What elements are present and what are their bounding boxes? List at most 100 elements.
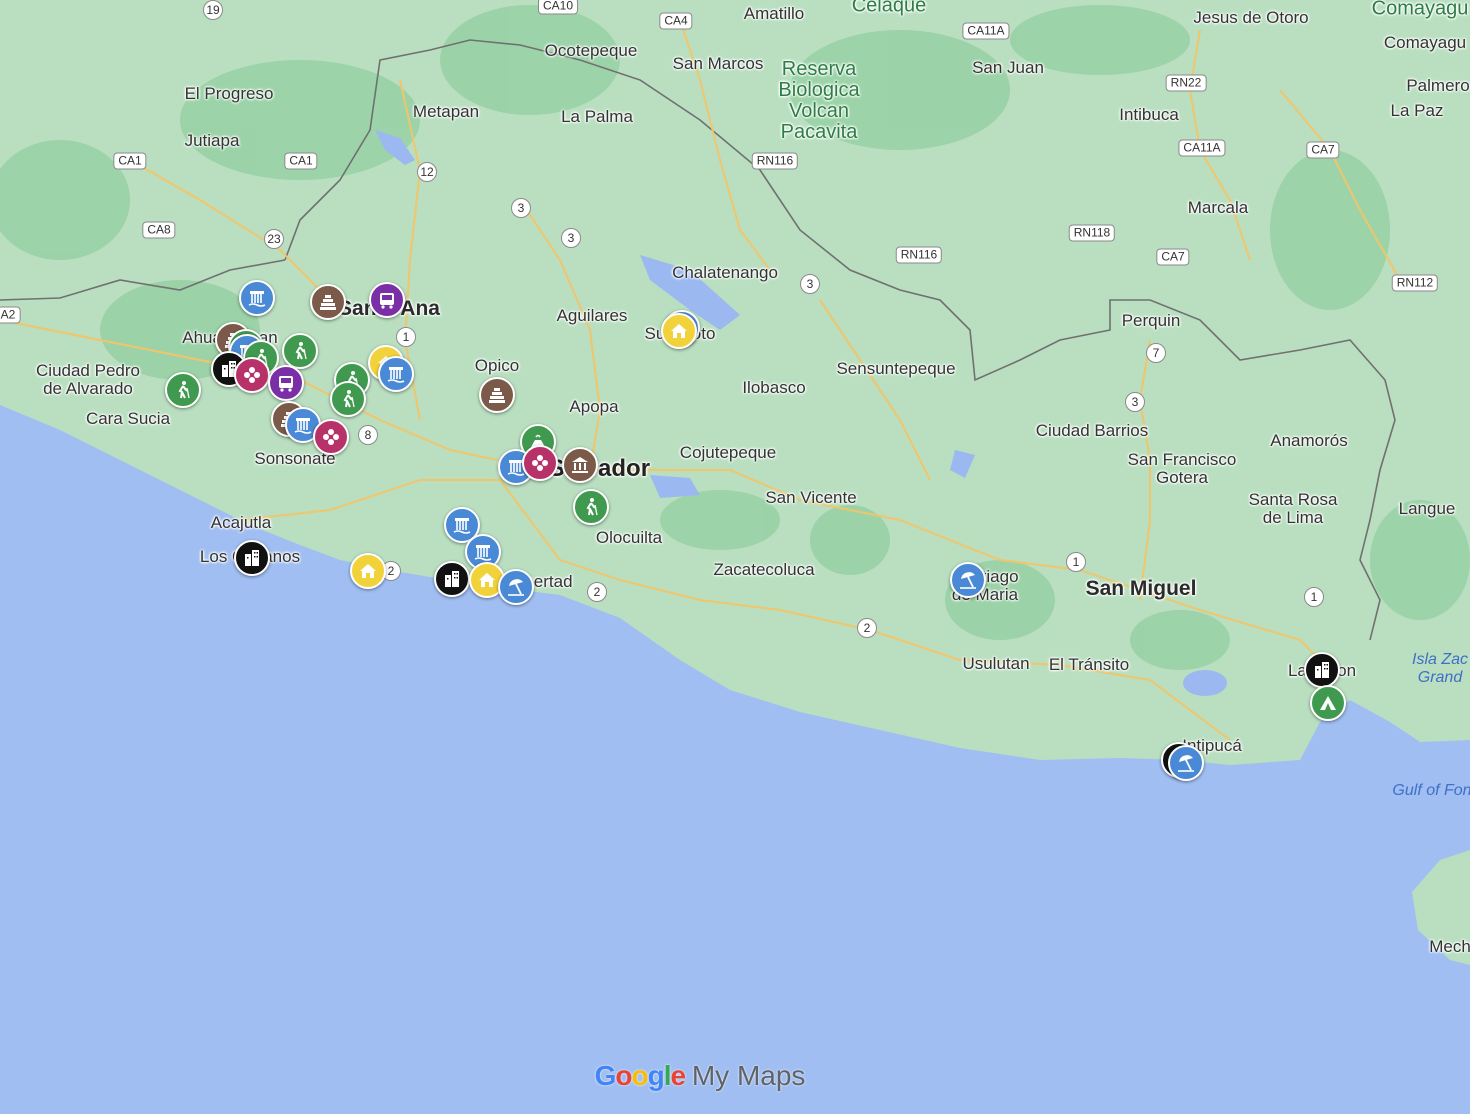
road-shield: CA4 xyxy=(659,12,693,30)
road-shield: 2 xyxy=(587,582,607,602)
place-label[interactable]: Cara Sucia xyxy=(86,410,170,428)
place-label[interactable]: Usulutan xyxy=(962,655,1029,673)
flower-icon xyxy=(530,453,550,473)
place-label[interactable]: Amatillo xyxy=(744,5,804,23)
hiking-marker[interactable] xyxy=(165,372,201,408)
place-label[interactable]: Perquin xyxy=(1122,312,1181,330)
waterfall-marker[interactable] xyxy=(378,356,414,392)
place-label[interactable]: Sensuntepeque xyxy=(836,360,955,378)
flower-marker[interactable] xyxy=(234,357,270,393)
waterfall-marker[interactable] xyxy=(239,280,275,316)
google-my-maps-logo: Google My Maps xyxy=(595,1060,806,1092)
place-label[interactable]: Gulf of Fon xyxy=(1392,782,1470,800)
place-label[interactable]: Apopa xyxy=(569,398,618,416)
place-label[interactable]: Santa Rosa de Lima xyxy=(1249,491,1338,527)
place-label[interactable]: Ocotepeque xyxy=(545,42,638,60)
place-label[interactable]: Palmero xyxy=(1406,77,1469,95)
beach-icon xyxy=(1176,753,1196,773)
place-label[interactable]: El Progreso xyxy=(185,85,274,103)
coffee-marker[interactable] xyxy=(661,313,697,349)
beach-marker[interactable] xyxy=(498,569,534,605)
place-label[interactable]: La Paz xyxy=(1391,102,1444,120)
home-marker[interactable] xyxy=(350,553,386,589)
bus-icon xyxy=(276,373,296,393)
hiking-marker[interactable] xyxy=(330,381,366,417)
place-label[interactable]: Ciudad Barrios xyxy=(1036,422,1148,440)
hiking-icon xyxy=(581,497,601,517)
road-shield: 19 xyxy=(203,0,223,20)
place-label[interactable]: Zacatecoluca xyxy=(713,561,814,579)
city-marker[interactable] xyxy=(1304,652,1340,688)
beach-marker[interactable] xyxy=(950,562,986,598)
place-label[interactable]: Marcala xyxy=(1188,199,1248,217)
camp-marker[interactable] xyxy=(1310,685,1346,721)
road-shield: A2 xyxy=(0,306,21,324)
place-label[interactable]: Isla Zac Grand xyxy=(1412,651,1468,687)
place-label[interactable]: Jutiapa xyxy=(185,132,240,150)
place-label[interactable]: Comayagu xyxy=(1372,0,1469,20)
flower-marker[interactable] xyxy=(522,445,558,481)
place-label[interactable]: Celaque xyxy=(852,0,927,17)
bus-marker[interactable] xyxy=(369,282,405,318)
map-canvas[interactable]: Amatillo Celaque Jesus de Otoro Comayagu Com… xyxy=(0,0,1470,1114)
bus-marker[interactable] xyxy=(268,365,304,401)
museum-marker[interactable] xyxy=(562,447,598,483)
place-label[interactable]: Ilobasco xyxy=(742,379,805,397)
road-shield: 3 xyxy=(800,274,820,294)
beach-icon xyxy=(506,577,526,597)
road-shield: 1 xyxy=(1304,587,1324,607)
place-label[interactable]: Chalatenango xyxy=(672,264,778,282)
place-label[interactable]: San Juan xyxy=(972,59,1044,77)
road-shield: 2 xyxy=(857,618,877,638)
place-label[interactable]: Jesus de Otoro xyxy=(1193,9,1308,27)
road-shield: RN116 xyxy=(895,246,943,264)
camp-icon xyxy=(1318,693,1338,713)
place-label[interactable]: Aguilares xyxy=(557,307,628,325)
place-label[interactable]: Acajutla xyxy=(211,514,271,532)
city-marker[interactable] xyxy=(234,540,270,576)
place-label[interactable]: San Francisco Gotera xyxy=(1128,451,1237,487)
road-shield: 8 xyxy=(358,425,378,445)
hiking-marker[interactable] xyxy=(573,489,609,525)
road-shield: 3 xyxy=(1125,392,1145,412)
museum-icon xyxy=(570,455,590,475)
hiking-marker[interactable] xyxy=(282,333,318,369)
place-label[interactable]: Mech xyxy=(1429,938,1470,956)
place-label[interactable]: El Tránsito xyxy=(1049,656,1129,674)
place-label[interactable]: San Marcos xyxy=(673,55,764,73)
bus-icon xyxy=(377,290,397,310)
place-label[interactable]: Intibuca xyxy=(1119,106,1179,124)
place-label[interactable]: Cojutepeque xyxy=(680,444,776,462)
place-label[interactable]: San Vicente xyxy=(765,489,856,507)
place-label[interactable]: Langue xyxy=(1399,500,1456,518)
road-shield: 3 xyxy=(561,228,581,248)
road-shield: RN118 xyxy=(1068,224,1116,242)
place-label[interactable]: La Palma xyxy=(561,108,633,126)
waterfall-icon xyxy=(293,415,313,435)
place-label[interactable]: Anamorós xyxy=(1270,432,1347,450)
place-label[interactable]: Comayagu xyxy=(1384,34,1466,52)
place-label[interactable]: Reserva Biologica Volcan Pacavita xyxy=(778,59,859,143)
place-label[interactable]: Opico xyxy=(475,357,519,375)
city-icon xyxy=(242,548,262,568)
waterfall-icon xyxy=(452,515,472,535)
place-label[interactable]: San Miguel xyxy=(1086,578,1197,599)
ruins-marker[interactable] xyxy=(479,377,515,413)
waterfall-icon xyxy=(247,288,267,308)
my-maps-text: My Maps xyxy=(691,1060,806,1091)
flower-icon xyxy=(242,365,262,385)
place-label[interactable]: Olocuilta xyxy=(596,529,662,547)
place-label[interactable]: Ciudad Pedro de Alvarado xyxy=(36,362,140,398)
place-label[interactable]: Metapan xyxy=(413,103,479,121)
beach-icon xyxy=(958,570,978,590)
road-shield: CA7 xyxy=(1306,141,1340,159)
city-marker[interactable] xyxy=(434,561,470,597)
hiking-icon xyxy=(290,341,310,361)
beach-marker[interactable] xyxy=(1168,745,1204,781)
road-shield: CA11A xyxy=(962,22,1010,40)
flower-marker[interactable] xyxy=(313,419,349,455)
hiking-icon xyxy=(338,389,358,409)
ruins-icon xyxy=(318,292,338,312)
road-shield: 3 xyxy=(511,198,531,218)
ruins-marker[interactable] xyxy=(310,284,346,320)
